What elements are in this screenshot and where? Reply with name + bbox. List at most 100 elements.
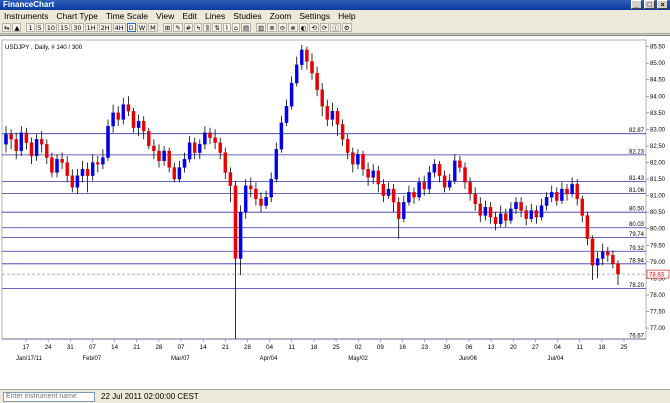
candle-body <box>208 132 212 138</box>
candle-body <box>147 130 151 147</box>
candle-body <box>136 120 141 128</box>
toolbar-button-19[interactable]: ⌇ <box>222 23 231 32</box>
toolbar-button-21[interactable]: ▤ <box>240 23 252 32</box>
minimize-button[interactable]: _ <box>631 0 642 9</box>
toolbar-button-16[interactable]: Ϟ <box>194 23 203 32</box>
menu-instruments[interactable]: Instruments <box>0 10 52 22</box>
chart-area[interactable]: 82.87 82.23 81.43 81.06 80.50 80.03 79.74 79.32… <box>0 35 670 390</box>
toolbar-button-13[interactable]: ⊞ <box>162 23 173 32</box>
symbol-label: USDJPY , Daily, # 140 / 300 <box>5 44 83 51</box>
candle-body <box>198 144 202 153</box>
month-label: Mar/07 <box>171 356 190 362</box>
level-label: 78.94 <box>629 258 645 264</box>
toolbar-button-12[interactable]: M <box>148 23 158 32</box>
level-label: 79.32 <box>629 246 645 252</box>
toolbar-button-6[interactable]: 30 <box>71 23 84 32</box>
menu-lines[interactable]: Lines <box>201 10 229 22</box>
toolbar-button-27[interactable]: ⟲ <box>309 23 319 32</box>
toolbar-button-23[interactable]: ⊕ <box>267 23 277 32</box>
candle-body <box>600 251 605 259</box>
candle-body <box>458 160 462 168</box>
date-tick-label: 13 <box>488 344 495 351</box>
candle-body <box>427 172 432 190</box>
toolbar-button-0[interactable]: ⇆ <box>2 23 12 32</box>
candle-body <box>310 61 314 74</box>
candle-body <box>351 152 355 165</box>
menu-settings[interactable]: Settings <box>295 10 334 22</box>
candle-body <box>345 139 350 153</box>
toolbar-button-25[interactable]: ⊗ <box>288 23 298 32</box>
price-chart[interactable]: 82.87 82.23 81.43 81.06 80.50 80.03 79.74 79.32… <box>0 36 670 390</box>
candle-body <box>386 188 391 196</box>
candle-body <box>111 112 115 127</box>
toolbar-button-11[interactable]: W <box>136 23 148 32</box>
candle-body <box>167 150 171 168</box>
candle-body <box>254 188 258 200</box>
candle-body <box>315 72 319 90</box>
date-tick-label: 07 <box>89 344 96 351</box>
date-tick-label: 17 <box>23 344 30 351</box>
toolbar-button-22[interactable]: ▥ <box>256 23 267 32</box>
candle-body <box>391 188 396 203</box>
date-tick-label: 25 <box>333 344 340 351</box>
candle-body <box>14 139 18 152</box>
toolbar-button-10[interactable]: D <box>126 23 136 32</box>
menu-time-scale[interactable]: Time Scale <box>102 10 152 22</box>
date-tick-label: 09 <box>377 344 384 351</box>
toolbar-button-3[interactable]: 5 <box>35 23 44 32</box>
maximize-button[interactable]: □ <box>644 0 655 9</box>
toolbar-button-9[interactable]: 4H <box>112 23 126 32</box>
close-button[interactable]: × <box>657 0 668 9</box>
toolbar-button-8[interactable]: 2H <box>98 23 112 32</box>
candle-body <box>126 104 131 112</box>
instrument-search-input[interactable] <box>3 391 95 402</box>
menu-studies[interactable]: Studies <box>229 10 265 22</box>
date-tick-label: 07 <box>178 344 185 351</box>
toolbar-button-18[interactable]: ⇅ <box>212 23 222 32</box>
candle-body <box>45 144 49 158</box>
menu-chart-type[interactable]: Chart Type <box>52 10 101 22</box>
candle-body <box>249 185 253 190</box>
date-tick-label: 18 <box>598 344 605 351</box>
menu-help[interactable]: Help <box>334 10 359 22</box>
toolbar-button-5[interactable]: 15 <box>58 23 71 32</box>
month-label: Jun/06 <box>459 356 478 362</box>
candle-body <box>320 89 324 107</box>
candle-body <box>590 238 595 266</box>
menu-zoom[interactable]: Zoom <box>266 10 296 22</box>
toolbar-button-14[interactable]: ✎ <box>173 23 183 32</box>
toolbar-button-15[interactable]: # <box>183 23 194 32</box>
title-bar: FinanceChart _ □ × <box>0 0 670 10</box>
toolbar-button-29[interactable]: ⓘ <box>330 23 341 32</box>
toolbar-button-26[interactable]: ◐ <box>298 23 309 32</box>
toolbar-button-1[interactable]: ▲ <box>12 23 22 32</box>
candle-body <box>131 111 136 128</box>
candle-body <box>524 210 528 219</box>
candle-body <box>325 106 330 120</box>
candle-body <box>80 168 85 176</box>
date-tick-label: 28 <box>155 344 162 351</box>
candle-body <box>305 49 309 62</box>
candle-body <box>493 216 498 224</box>
candle-body <box>366 168 370 178</box>
candle-body <box>233 185 238 259</box>
toolbar-button-2[interactable]: 1 <box>26 23 35 32</box>
candle-body <box>529 210 534 219</box>
candle-body <box>269 178 273 198</box>
toolbar-button-4[interactable]: 10 <box>44 23 58 32</box>
menu-edit[interactable]: Edit <box>178 10 201 22</box>
candle-body <box>555 192 559 201</box>
toolbar-button-30[interactable]: ⚙ <box>341 23 352 32</box>
toolbar-button-7[interactable]: 1H <box>84 23 98 32</box>
candle-body <box>514 202 518 210</box>
toolbar-button-17[interactable]: ⫼ <box>203 23 212 32</box>
toolbar: ⇆ ▲ 1 5 10 15 30 1H 2H 4H D W M ⊞ ✎ # Ϟ ⫼ ⇅ ⌇ ⌂ ▤ ▥ ⊕ ⊖ ⊗ ◐ ⟲ ⟳ ⓘ ⚙ <box>0 22 670 34</box>
toolbar-button-24[interactable]: ⊖ <box>277 23 288 32</box>
toolbar-button-20[interactable]: ⌂ <box>231 23 240 32</box>
toolbar-button-28[interactable]: ⟳ <box>319 23 330 32</box>
menu-view[interactable]: View <box>152 10 178 22</box>
candle-body <box>565 188 569 195</box>
price-tick-label: 82.00 <box>650 161 666 167</box>
month-label: Feb/07 <box>82 356 101 362</box>
candle-body <box>238 212 243 259</box>
